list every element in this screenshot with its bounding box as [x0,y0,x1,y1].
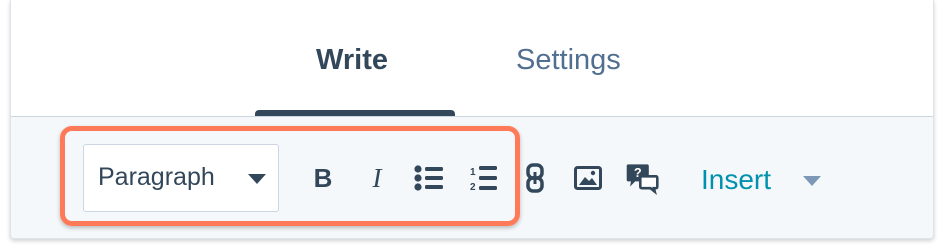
link-button[interactable] [518,161,552,195]
comment-button[interactable]: ? [625,161,659,195]
paragraph-style-label: Paragraph [98,163,215,191]
image-icon [574,166,602,190]
image-button[interactable] [571,161,605,195]
bold-button[interactable]: B [306,161,340,195]
numbered-list-button[interactable]: 1 2 [466,161,500,195]
chevron-down-icon [248,174,266,184]
editor-panel: Write Settings Paragraph B I 1 2 ? Inser… [10,0,934,239]
rich-text-toolbar: Paragraph B I 1 2 ? Insert [11,116,933,238]
tab-write[interactable]: Write [316,44,388,77]
numbered-list-digit-2: 2 [470,182,476,192]
italic-icon: I [372,162,382,193]
insert-label: Insert [701,164,772,195]
comment-icon-glyph: ? [634,165,642,180]
bulleted-list-button[interactable] [412,161,446,195]
chevron-down-icon [803,176,821,186]
numbered-list-icon: 1 2 [470,166,497,192]
link-icon [526,163,544,193]
numbered-list-digit-1: 1 [470,167,476,178]
tab-bar: Write Settings [11,0,933,118]
paragraph-style-dropdown[interactable]: Paragraph [83,144,279,212]
insert-menu-button[interactable]: Insert [701,164,821,196]
tab-settings[interactable]: Settings [516,44,621,77]
bulleted-list-icon [414,165,443,191]
italic-button[interactable]: I [360,161,394,195]
comment-icon: ? [626,164,659,195]
bold-icon: B [313,162,333,193]
